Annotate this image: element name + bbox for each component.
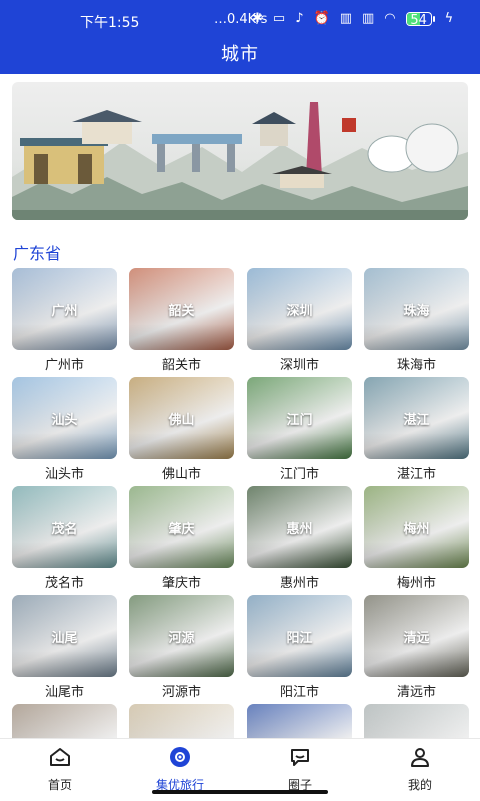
city-card[interactable]: 肇庆 肇庆市	[129, 486, 234, 591]
city-card[interactable]: 惠州 惠州市	[247, 486, 352, 591]
city-card[interactable]: 江门 江门市	[247, 377, 352, 482]
city-card[interactable]: 广州 广州市	[12, 268, 117, 373]
top-bar: 下午1:55 …0.4K/s ✱ ▭ ♪ ⏰ ▥ ▥ ◠ 54 ϟ 城市	[0, 0, 480, 74]
user-icon	[411, 748, 429, 767]
banner-illustration	[12, 102, 468, 220]
city-thumbnail-label: 佛山	[168, 413, 195, 428]
city-name: 深圳市	[279, 358, 319, 373]
city-thumbnail: 珠海	[364, 268, 469, 350]
city-name: 梅州市	[396, 576, 436, 591]
city-card[interactable]: 梅州 梅州市	[364, 486, 469, 591]
nav-mine[interactable]: 我的	[360, 745, 480, 793]
city-card[interactable]: 茂名 茂名市	[12, 486, 117, 591]
city-card[interactable]: 深圳 深圳市	[247, 268, 352, 373]
nav-home-label: 首页	[47, 778, 72, 792]
city-thumbnail: 惠州	[247, 486, 352, 568]
city-name: 肇庆市	[161, 576, 201, 591]
city-thumbnail: 湛江	[364, 377, 469, 459]
city-thumbnail: 广州	[12, 268, 117, 350]
city-card[interactable]: 韶关 韶关市	[129, 268, 234, 373]
nav-home[interactable]: 首页	[0, 745, 120, 793]
city-thumbnail: 江门	[247, 377, 352, 459]
city-thumbnail-label: 梅州	[403, 522, 430, 537]
province-title: 广东省	[13, 244, 62, 263]
city-thumbnail-label: 惠州	[286, 522, 313, 537]
hd-icon: ▥	[339, 11, 352, 26]
status-icons: ✱ ▭ ♪ ⏰ ▥ ▥ ◠ 54 ϟ	[252, 10, 453, 28]
nav-mine-label: 我的	[407, 778, 432, 792]
vibrate-icon: ▭	[272, 11, 286, 26]
city-thumbnail-label: 茂名	[51, 522, 78, 537]
city-thumbnail: 肇庆	[129, 486, 234, 568]
city-thumbnail: 佛山	[129, 377, 234, 459]
bluetooth-icon: ✱	[252, 11, 263, 26]
city-thumbnail-label: 清远	[403, 631, 430, 646]
city-name: 清远市	[396, 685, 436, 700]
city-thumbnail-label: 江门	[286, 413, 313, 428]
status-bar: 下午1:55 …0.4K/s ✱ ▭ ♪ ⏰ ▥ ▥ ◠ 54 ϟ	[0, 0, 480, 38]
city-thumbnail-label: 肇庆	[168, 522, 195, 537]
city-card[interactable]: 珠海 珠海市	[364, 268, 469, 373]
city-name: 佛山市	[161, 467, 201, 482]
wifi-icon: ◠	[384, 11, 396, 26]
alarm-icon: ⏰	[313, 11, 330, 26]
chat-bubble-icon	[291, 749, 309, 766]
city-name: 韶关市	[161, 358, 201, 373]
city-name: 珠海市	[396, 358, 436, 373]
city-name: 惠州市	[279, 576, 319, 591]
city-thumbnail: 河源	[129, 595, 234, 677]
city-card[interactable]: 佛山 佛山市	[129, 377, 234, 482]
guangdong-banner[interactable]	[12, 82, 468, 220]
city-thumbnail-label: 阳江	[286, 631, 313, 646]
city-name: 湛江市	[396, 467, 436, 482]
nav-circle[interactable]: 圈子	[240, 745, 360, 793]
travel-icon	[170, 747, 190, 767]
battery-percent: 54	[410, 13, 427, 26]
city-thumbnail-label: 深圳	[286, 304, 313, 319]
city-card[interactable]: 清远 清远市	[364, 595, 469, 700]
city-card[interactable]: 阳江 阳江市	[247, 595, 352, 700]
city-thumbnail: 汕头	[12, 377, 117, 459]
city-thumbnail-label: 韶关	[168, 304, 195, 319]
city-thumbnail: 阳江	[247, 595, 352, 677]
city-name: 汕头市	[44, 467, 84, 482]
city-thumbnail: 汕尾	[12, 595, 117, 677]
city-name: 广州市	[44, 358, 84, 373]
city-card[interactable]: 汕头 汕头市	[12, 377, 117, 482]
city-thumbnail: 深圳	[247, 268, 352, 350]
city-thumbnail-label: 珠海	[403, 304, 430, 319]
battery-icon: 54	[405, 12, 435, 26]
city-card[interactable]: 河源 河源市	[129, 595, 234, 700]
status-time: 下午1:55	[80, 15, 140, 31]
mute-icon: ♪	[295, 11, 304, 26]
city-thumbnail-label: 汕尾	[51, 631, 78, 646]
city-thumbnail: 韶关	[129, 268, 234, 350]
city-thumbnail: 清远	[364, 595, 469, 677]
page-title: 城市	[221, 44, 259, 65]
city-thumbnail-label: 河源	[168, 631, 195, 646]
city-thumbnail: 梅州	[364, 486, 469, 568]
city-thumbnail: 茂名	[12, 486, 117, 568]
home-icon	[50, 748, 70, 766]
charging-icon: ϟ	[444, 11, 454, 26]
city-card[interactable]: 湛江 湛江市	[364, 377, 469, 482]
city-card[interactable]: 汕尾 汕尾市	[12, 595, 117, 700]
city-name: 阳江市	[279, 685, 319, 700]
city-name: 汕尾市	[44, 685, 84, 700]
city-thumbnail-label: 广州	[51, 304, 78, 319]
home-indicator	[152, 790, 328, 794]
nav-travel[interactable]: 集优旅行	[120, 745, 240, 793]
city-name: 茂名市	[44, 576, 84, 591]
city-thumbnail-label: 湛江	[403, 413, 430, 428]
hd-icon: ▥	[361, 11, 375, 26]
city-name: 江门市	[279, 467, 319, 482]
city-name: 河源市	[161, 685, 201, 700]
city-thumbnail-label: 汕头	[51, 413, 78, 428]
